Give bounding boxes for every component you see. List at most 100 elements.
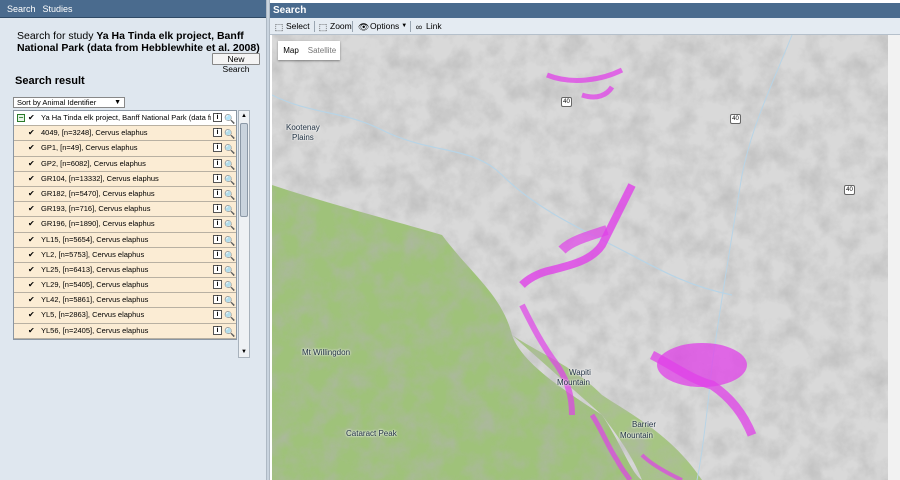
- place-label: Mountain: [557, 378, 590, 387]
- study-row[interactable]: − ✔ Ya Ha Tinda elk project, Banff Natio…: [14, 111, 236, 127]
- list-item[interactable]: ✔ YL5, [n=2863], Cervus elaphus i 🔍: [14, 308, 236, 324]
- list-item[interactable]: ✔ GR193, [n=716], Cervus elaphus i 🔍: [14, 202, 236, 218]
- info-icon[interactable]: i: [213, 264, 222, 274]
- chevron-down-icon: ▼: [401, 23, 408, 29]
- search-icon[interactable]: 🔍: [224, 325, 235, 338]
- map-type-satellite[interactable]: Satellite: [304, 41, 340, 60]
- map-type-map[interactable]: Map: [278, 41, 304, 60]
- check-icon[interactable]: ✔: [28, 111, 35, 125]
- new-search-button[interactable]: New Search: [212, 53, 260, 74]
- list-item[interactable]: ✔ YL25, [n=6413], Cervus elaphus i 🔍: [14, 262, 236, 279]
- eye-icon: 👁: [358, 21, 370, 32]
- list-item[interactable]: ✔ YL2, [n=5753], Cervus elaphus i 🔍: [14, 247, 236, 263]
- list-item[interactable]: ✔ GP2, [n=6082], Cervus elaphus i 🔍: [14, 156, 236, 172]
- result-scrollbar[interactable]: ▲ ▼: [238, 110, 250, 358]
- info-icon[interactable]: i: [213, 249, 222, 259]
- search-icon[interactable]: 🔍: [224, 142, 235, 155]
- select-tool[interactable]: ⬚ Select: [274, 18, 310, 35]
- search-icon[interactable]: 🔍: [224, 294, 235, 307]
- info-icon[interactable]: i: [213, 113, 222, 122]
- scroll-up-icon[interactable]: ▲: [239, 111, 249, 121]
- search-icon[interactable]: 🔍: [224, 173, 235, 186]
- search-icon[interactable]: 🔍: [224, 218, 235, 231]
- check-icon[interactable]: ✔: [28, 157, 35, 171]
- info-icon[interactable]: i: [213, 280, 222, 290]
- place-label: Kootenay: [286, 123, 320, 132]
- place-label: Cataract Peak: [346, 429, 397, 438]
- nav-tab-studies[interactable]: Studies: [36, 0, 73, 18]
- place-label: Barrier: [632, 420, 657, 429]
- list-item-label: YL2, [n=5753], Cervus elaphus: [41, 249, 145, 259]
- list-item-label: YL25, [n=6413], Cervus elaphus: [41, 264, 149, 274]
- check-icon[interactable]: ✔: [28, 217, 35, 231]
- search-icon[interactable]: 🔍: [224, 249, 235, 262]
- check-icon[interactable]: ✔: [28, 187, 35, 201]
- check-icon[interactable]: ✔: [28, 308, 35, 322]
- search-panel: Search for study Ya Ha Tinda elk project…: [0, 18, 266, 480]
- search-icon[interactable]: 🔍: [224, 279, 235, 292]
- info-icon[interactable]: i: [213, 219, 222, 229]
- zoom-label: Zoom: [330, 21, 352, 31]
- info-icon[interactable]: i: [213, 295, 222, 305]
- highway-shield: 40: [844, 185, 855, 195]
- info-icon[interactable]: i: [213, 158, 222, 168]
- check-icon[interactable]: ✔: [28, 141, 35, 155]
- check-icon[interactable]: ✔: [28, 278, 35, 292]
- collapse-icon[interactable]: −: [17, 114, 25, 122]
- search-icon[interactable]: 🔍: [224, 127, 235, 140]
- info-icon[interactable]: i: [213, 325, 222, 335]
- info-icon[interactable]: i: [213, 173, 222, 183]
- map-panel-title: Search: [270, 3, 900, 18]
- info-icon[interactable]: i: [213, 128, 222, 138]
- info-icon[interactable]: i: [213, 143, 222, 153]
- link-tool[interactable]: ∞ Link: [414, 18, 442, 35]
- scroll-down-icon[interactable]: ▼: [239, 347, 249, 357]
- list-item-label: GR182, [n=5470], Cervus elaphus: [41, 188, 155, 198]
- search-icon[interactable]: 🔍: [224, 234, 235, 247]
- list-item[interactable]: ✔ YL15, [n=5654], Cervus elaphus i 🔍: [14, 232, 236, 248]
- list-item-label: GR104, [n=13332], Cervus elaphus: [41, 173, 159, 183]
- chevron-down-icon: ▼: [114, 99, 121, 106]
- list-item[interactable]: ✔ YL56, [n=2405], Cervus elaphus i 🔍: [14, 323, 236, 339]
- list-item[interactable]: ✔ GR104, [n=13332], Cervus elaphus i 🔍: [14, 171, 236, 187]
- highway-shield: 40: [730, 114, 741, 124]
- list-item[interactable]: ✔ GR182, [n=5470], Cervus elaphus i 🔍: [14, 186, 236, 203]
- link-label: Link: [426, 21, 442, 31]
- info-icon[interactable]: i: [213, 234, 222, 244]
- nav-tab-search[interactable]: Search: [0, 0, 36, 18]
- info-icon[interactable]: i: [213, 188, 222, 198]
- list-item[interactable]: ✔ GP1, [n=49], Cervus elaphus i 🔍: [14, 141, 236, 157]
- map-type-control: Map Satellite: [278, 41, 340, 60]
- search-icon[interactable]: 🔍: [224, 309, 235, 322]
- check-icon[interactable]: ✔: [28, 248, 35, 262]
- map-view[interactable]: Kootenay Plains Mt Willingdon Wapiti Mou…: [272, 35, 888, 480]
- study-prefix: Search for study: [17, 30, 97, 42]
- search-icon[interactable]: 🔍: [224, 158, 235, 171]
- info-icon[interactable]: i: [213, 204, 222, 214]
- check-icon[interactable]: ✔: [28, 324, 35, 338]
- search-icon[interactable]: 🔍: [224, 188, 235, 201]
- list-item-label: YL5, [n=2863], Cervus elaphus: [41, 310, 145, 320]
- panel-splitter[interactable]: [266, 0, 270, 480]
- link-icon: ∞: [415, 21, 423, 32]
- search-icon[interactable]: 🔍: [224, 264, 235, 277]
- list-item[interactable]: ✔ 4049, [n=3248], Cervus elaphus i 🔍: [14, 126, 236, 142]
- list-item[interactable]: ✔ YL42, [n=5861], Cervus elaphus i 🔍: [14, 293, 236, 309]
- check-icon[interactable]: ✔: [28, 202, 35, 216]
- check-icon[interactable]: ✔: [28, 293, 35, 307]
- check-icon[interactable]: ✔: [28, 126, 35, 140]
- search-result-title: Search result: [15, 75, 85, 87]
- sort-select[interactable]: Sort by Animal Identifier ▼: [13, 97, 125, 108]
- list-item[interactable]: ✔ GR196, [n=1890], Cervus elaphus i 🔍: [14, 217, 236, 233]
- list-item-label: YL15, [n=5654], Cervus elaphus: [41, 234, 149, 244]
- check-icon[interactable]: ✔: [28, 263, 35, 277]
- search-icon[interactable]: 🔍: [224, 203, 235, 216]
- check-icon[interactable]: ✔: [28, 233, 35, 247]
- check-icon[interactable]: ✔: [28, 172, 35, 186]
- options-menu[interactable]: 👁 Options ▼: [358, 18, 407, 35]
- zoom-tool[interactable]: ⬚ Zoom: [318, 18, 352, 35]
- info-icon[interactable]: i: [213, 310, 222, 320]
- search-icon[interactable]: 🔍: [224, 112, 235, 125]
- list-item[interactable]: ✔ YL29, [n=5405], Cervus elaphus i 🔍: [14, 278, 236, 294]
- scroll-thumb[interactable]: [240, 123, 248, 217]
